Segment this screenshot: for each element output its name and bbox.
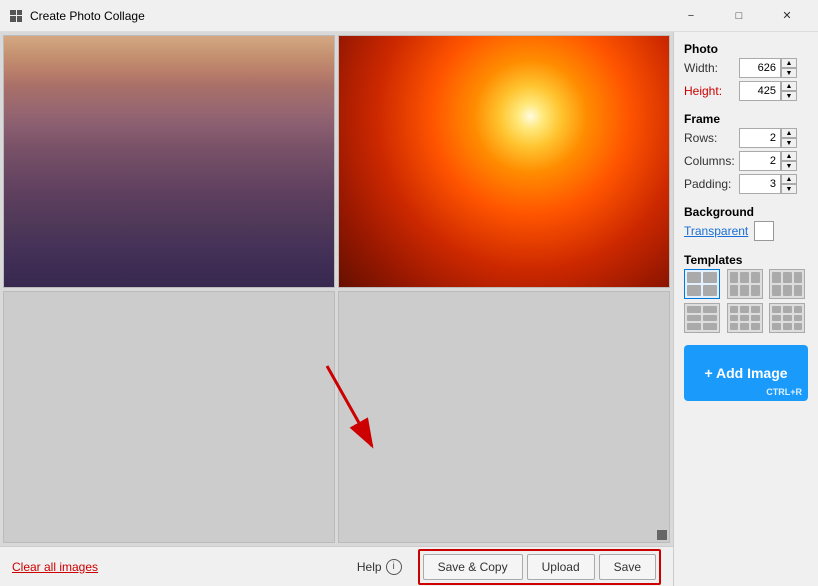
app-icon — [8, 8, 24, 24]
padding-spinner: ▲ ▼ — [739, 174, 797, 194]
image-mountains — [4, 36, 334, 287]
close-button[interactable]: ✕ — [764, 2, 810, 30]
help-label: Help — [357, 560, 382, 574]
templates-section-title: Templates — [684, 253, 808, 267]
background-section: Background Transparent — [684, 205, 808, 245]
window-controls: − □ ✕ — [668, 2, 810, 30]
height-label: Height: — [684, 84, 739, 98]
photo-section: Photo Width: ▲ ▼ Height: ▲ ▼ — [684, 42, 808, 104]
color-picker-box[interactable] — [754, 221, 774, 241]
maximize-button[interactable]: □ — [716, 2, 762, 30]
height-down-btn[interactable]: ▼ — [781, 91, 797, 101]
width-label: Width: — [684, 61, 739, 75]
image-sunset — [339, 36, 669, 287]
template-3[interactable] — [769, 269, 805, 299]
template-6[interactable] — [769, 303, 805, 333]
columns-input[interactable] — [739, 151, 781, 171]
resize-handle[interactable] — [657, 530, 667, 540]
padding-up-btn[interactable]: ▲ — [781, 174, 797, 184]
rows-row: Rows: ▲ ▼ — [684, 128, 808, 148]
columns-down-btn[interactable]: ▼ — [781, 161, 797, 171]
rows-down-btn[interactable]: ▼ — [781, 138, 797, 148]
width-row: Width: ▲ ▼ — [684, 58, 808, 78]
rows-input[interactable] — [739, 128, 781, 148]
height-spinner: ▲ ▼ — [739, 81, 797, 101]
height-up-btn[interactable]: ▲ — [781, 81, 797, 91]
template-5[interactable] — [727, 303, 763, 333]
transparent-link[interactable]: Transparent — [684, 224, 748, 238]
collage-cell-4[interactable] — [338, 291, 670, 544]
template-4[interactable] — [684, 303, 720, 333]
canvas-area: Clear all images Help i Save & Copy Uplo… — [0, 32, 673, 586]
template-1[interactable] — [684, 269, 720, 299]
background-row: Transparent — [684, 221, 808, 241]
minimize-button[interactable]: − — [668, 2, 714, 30]
add-image-button[interactable]: + Add Image CTRL+R — [684, 345, 808, 401]
background-section-title: Background — [684, 205, 808, 219]
bottom-buttons: Save & Copy Upload Save — [418, 549, 661, 585]
frame-section: Frame Rows: ▲ ▼ Columns: ▲ ▼ — [684, 112, 808, 197]
padding-label: Padding: — [684, 177, 739, 191]
padding-down-btn[interactable]: ▼ — [781, 184, 797, 194]
help-icon[interactable]: i — [386, 559, 402, 575]
save-button[interactable]: Save — [599, 554, 656, 580]
padding-row: Padding: ▲ ▼ — [684, 174, 808, 194]
rows-spinner: ▲ ▼ — [739, 128, 797, 148]
collage-cell-1[interactable] — [3, 35, 335, 288]
frame-section-title: Frame — [684, 112, 808, 126]
rows-up-btn[interactable]: ▲ — [781, 128, 797, 138]
collage-cell-3[interactable] — [3, 291, 335, 544]
help-section: Help i — [357, 559, 402, 575]
height-input[interactable] — [739, 81, 781, 101]
columns-label: Columns: — [684, 154, 739, 168]
padding-input[interactable] — [739, 174, 781, 194]
width-spinner: ▲ ▼ — [739, 58, 797, 78]
columns-row: Columns: ▲ ▼ — [684, 151, 808, 171]
columns-up-btn[interactable]: ▲ — [781, 151, 797, 161]
width-input[interactable] — [739, 58, 781, 78]
templates-grid — [684, 269, 808, 333]
add-image-shortcut: CTRL+R — [766, 387, 802, 397]
clear-all-link[interactable]: Clear all images — [12, 560, 98, 574]
template-2[interactable] — [727, 269, 763, 299]
photo-section-title: Photo — [684, 42, 808, 56]
rows-label: Rows: — [684, 131, 739, 145]
save-copy-button[interactable]: Save & Copy — [423, 554, 523, 580]
width-up-btn[interactable]: ▲ — [781, 58, 797, 68]
add-image-label: + Add Image — [704, 365, 787, 381]
app-title: Create Photo Collage — [30, 9, 668, 23]
height-row: Height: ▲ ▼ — [684, 81, 808, 101]
columns-spinner: ▲ ▼ — [739, 151, 797, 171]
main-layout: Clear all images Help i Save & Copy Uplo… — [0, 32, 818, 586]
templates-section: Templates — [684, 253, 808, 337]
title-bar: Create Photo Collage − □ ✕ — [0, 0, 818, 32]
upload-button[interactable]: Upload — [527, 554, 595, 580]
collage-grid — [0, 32, 673, 546]
collage-cell-2[interactable] — [338, 35, 670, 288]
bottom-bar: Clear all images Help i Save & Copy Uplo… — [0, 546, 673, 586]
right-panel: Photo Width: ▲ ▼ Height: ▲ ▼ — [673, 32, 818, 586]
width-down-btn[interactable]: ▼ — [781, 68, 797, 78]
